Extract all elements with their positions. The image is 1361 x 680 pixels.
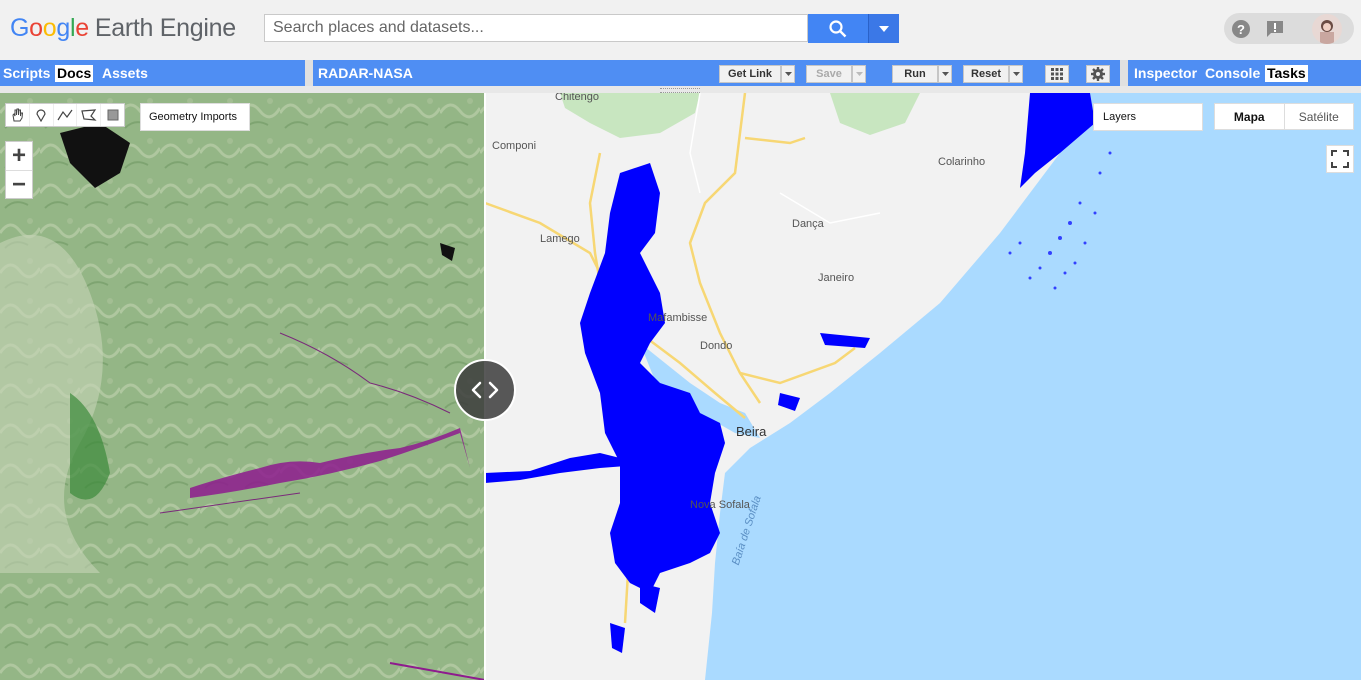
place-label: Nova Sofala bbox=[690, 499, 750, 511]
reset-button[interactable]: Reset bbox=[963, 65, 1009, 83]
run-button[interactable]: Run bbox=[892, 65, 938, 83]
left-panel-tabs: Scripts Docs Assets bbox=[0, 60, 305, 86]
map-canvas[interactable]: Chitengo Componi Colarinho Dança Lamego … bbox=[0, 93, 1361, 680]
tab-scripts[interactable]: Scripts bbox=[1, 65, 52, 82]
chevron-left-right-icon bbox=[471, 381, 499, 399]
gear-icon bbox=[1091, 67, 1105, 81]
chevron-down-icon bbox=[855, 72, 863, 76]
drawing-tools bbox=[5, 103, 125, 127]
chevron-down-icon bbox=[879, 25, 889, 32]
chevron-down-icon bbox=[941, 72, 949, 76]
zoom-in-button[interactable]: + bbox=[6, 142, 32, 171]
place-label: Beira bbox=[736, 424, 767, 439]
line-icon[interactable] bbox=[54, 104, 78, 126]
fullscreen-icon bbox=[1331, 150, 1349, 168]
run-dropdown[interactable] bbox=[938, 65, 952, 83]
rectangle-icon[interactable] bbox=[101, 104, 124, 126]
place-label: Colarinho bbox=[938, 156, 986, 168]
tab-inspector[interactable]: Inspector bbox=[1132, 65, 1199, 82]
panel-divider[interactable] bbox=[305, 60, 313, 86]
search-dropdown-button[interactable] bbox=[868, 14, 899, 43]
place-label: Mafambisse bbox=[648, 312, 708, 324]
place-label: Componi bbox=[492, 140, 537, 152]
settings-button[interactable] bbox=[1086, 65, 1110, 83]
feedback-icon[interactable] bbox=[1264, 18, 1286, 40]
app-header: GoogleEarth Engine ? bbox=[0, 0, 1361, 60]
place-label: Janeiro bbox=[818, 272, 855, 284]
get-link-button[interactable]: Get Link bbox=[719, 65, 781, 83]
place-label: Dondo bbox=[700, 340, 733, 352]
marker-icon[interactable] bbox=[30, 104, 54, 126]
search-icon bbox=[829, 19, 847, 37]
fullscreen-button[interactable] bbox=[1326, 145, 1354, 173]
script-title: RADAR-NASA bbox=[318, 65, 413, 81]
zoom-out-button[interactable]: − bbox=[6, 171, 32, 199]
hand-icon[interactable] bbox=[6, 104, 30, 126]
geometry-imports-button[interactable]: Geometry Imports bbox=[140, 103, 250, 131]
get-link-dropdown[interactable] bbox=[781, 65, 795, 83]
search-button[interactable] bbox=[808, 14, 868, 43]
map-graphics bbox=[0, 93, 1361, 680]
zoom-controls: + − bbox=[5, 141, 33, 199]
main-toolbar: Scripts Docs Assets RADAR-NASA Get Link … bbox=[0, 60, 1361, 86]
right-panel-tabs: Inspector Console Tasks bbox=[1128, 60, 1361, 86]
map-type-control: Mapa Satélite bbox=[1214, 103, 1354, 130]
tab-console[interactable]: Console bbox=[1203, 65, 1262, 82]
save-button[interactable]: Save bbox=[806, 65, 852, 83]
map-type-satelite[interactable]: Satélite bbox=[1285, 104, 1354, 129]
map-resize-handle[interactable] bbox=[0, 86, 1361, 93]
logo-product: Earth Engine bbox=[94, 14, 236, 42]
editor-toolbar: RADAR-NASA Get Link Save Run Reset bbox=[313, 60, 1120, 86]
header-actions: ? bbox=[1224, 13, 1354, 44]
apps-button[interactable] bbox=[1045, 65, 1069, 83]
grid-icon bbox=[1051, 68, 1063, 80]
svg-text:?: ? bbox=[1237, 22, 1245, 37]
layers-button[interactable]: Layers bbox=[1093, 103, 1203, 131]
place-label: Chitengo bbox=[555, 93, 600, 103]
tab-tasks[interactable]: Tasks bbox=[1265, 65, 1308, 82]
avatar[interactable] bbox=[1312, 14, 1342, 44]
search-input[interactable] bbox=[264, 14, 808, 42]
split-handle-button[interactable] bbox=[454, 359, 516, 421]
earth-engine-logo[interactable]: Google Earth Engine bbox=[10, 14, 236, 43]
save-dropdown[interactable] bbox=[852, 65, 866, 83]
place-label: Dança bbox=[792, 218, 824, 230]
tab-assets[interactable]: Assets bbox=[100, 65, 150, 82]
polygon-icon[interactable] bbox=[77, 104, 102, 126]
reset-dropdown[interactable] bbox=[1009, 65, 1023, 83]
place-label: Lamego bbox=[540, 233, 580, 245]
chevron-down-icon bbox=[1012, 72, 1020, 76]
panel-divider[interactable] bbox=[1120, 60, 1128, 86]
tab-docs[interactable]: Docs bbox=[55, 65, 94, 82]
map-type-mapa[interactable]: Mapa bbox=[1215, 104, 1285, 129]
chevron-down-icon bbox=[784, 72, 792, 76]
help-icon[interactable]: ? bbox=[1230, 18, 1252, 40]
